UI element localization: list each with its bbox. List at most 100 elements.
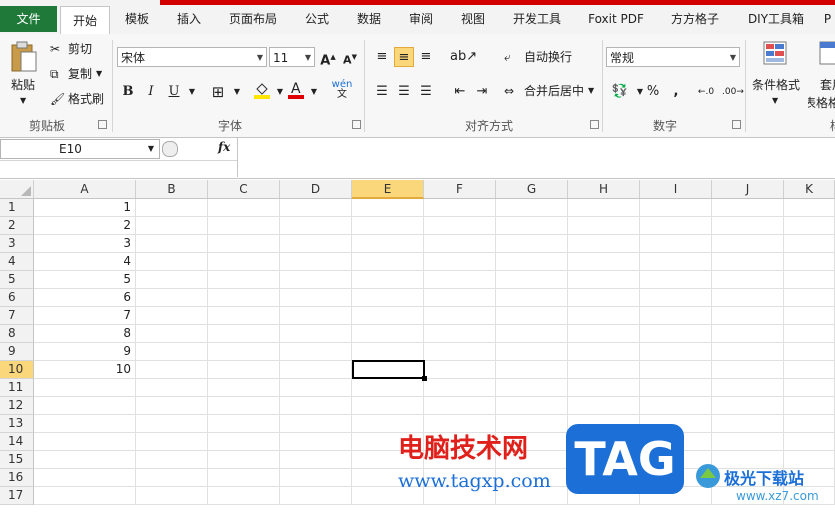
align-top-icon[interactable]: ≡ — [372, 47, 392, 67]
cell-c13[interactable] — [208, 415, 280, 433]
insert-function-icon[interactable]: fx — [218, 140, 230, 154]
cell-c9[interactable] — [208, 343, 280, 361]
cell-c12[interactable] — [208, 397, 280, 415]
column-header-k[interactable]: K — [784, 180, 835, 199]
tab-data[interactable]: 数据 — [346, 5, 392, 33]
cell-a11[interactable] — [34, 379, 136, 397]
cell-k3[interactable] — [784, 235, 835, 253]
cell-d12[interactable] — [280, 397, 352, 415]
cell-c1[interactable] — [208, 199, 280, 217]
cell-e2[interactable] — [352, 217, 424, 235]
decrease-indent-icon[interactable]: ⇤ — [450, 82, 470, 102]
tab-more[interactable]: P — [820, 5, 835, 33]
cell-b2[interactable] — [136, 217, 208, 235]
cell-b4[interactable] — [136, 253, 208, 271]
cell-f12[interactable] — [424, 397, 496, 415]
cell-b1[interactable] — [136, 199, 208, 217]
cell-k11[interactable] — [784, 379, 835, 397]
cell-b7[interactable] — [136, 307, 208, 325]
column-header-i[interactable]: I — [640, 180, 712, 199]
column-header-f[interactable]: F — [424, 180, 496, 199]
cell-h11[interactable] — [568, 379, 640, 397]
cell-k9[interactable] — [784, 343, 835, 361]
column-header-a[interactable]: A — [34, 180, 136, 199]
cell-d16[interactable] — [280, 469, 352, 487]
row-header-10[interactable]: 10 — [0, 361, 34, 379]
cell-c7[interactable] — [208, 307, 280, 325]
row-header-14[interactable]: 14 — [0, 433, 34, 451]
cell-i12[interactable] — [640, 397, 712, 415]
chevron-down-icon[interactable]: ▼ — [304, 82, 324, 102]
cell-d8[interactable] — [280, 325, 352, 343]
copy-button[interactable]: ⧉ 复制 ▼ — [50, 65, 110, 83]
cell-g7[interactable] — [496, 307, 568, 325]
cell-h7[interactable] — [568, 307, 640, 325]
italic-button[interactable]: I — [141, 82, 161, 102]
row-header-13[interactable]: 13 — [0, 415, 34, 433]
column-header-b[interactable]: B — [136, 180, 208, 199]
format-as-table-button[interactable]: 套用 表格格 — [808, 38, 835, 112]
number-launcher-icon[interactable] — [732, 120, 741, 129]
cell-e7[interactable] — [352, 307, 424, 325]
cell-f5[interactable] — [424, 271, 496, 289]
cell-e1[interactable] — [352, 199, 424, 217]
cell-j5[interactable] — [712, 271, 784, 289]
cell-h10[interactable] — [568, 361, 640, 379]
cell-g1[interactable] — [496, 199, 568, 217]
cell-c6[interactable] — [208, 289, 280, 307]
tab-page-layout[interactable]: 页面布局 — [218, 5, 288, 33]
phonetic-button[interactable]: wén 文 — [330, 80, 354, 100]
format-painter-button[interactable]: 🖌 格式刷 — [50, 90, 110, 108]
cell-d13[interactable] — [280, 415, 352, 433]
font-size-select[interactable]: 11 ▼ — [269, 47, 315, 67]
row-header-16[interactable]: 16 — [0, 469, 34, 487]
cell-g4[interactable] — [496, 253, 568, 271]
column-header-g[interactable]: G — [496, 180, 568, 199]
tab-templates[interactable]: 模板 — [114, 5, 160, 33]
cell-h6[interactable] — [568, 289, 640, 307]
shrink-font-button[interactable]: A▼ — [340, 47, 360, 67]
comma-button[interactable]: , — [666, 82, 686, 102]
underline-button[interactable]: U — [164, 82, 184, 102]
cell-b13[interactable] — [136, 415, 208, 433]
cell-d6[interactable] — [280, 289, 352, 307]
cell-d2[interactable] — [280, 217, 352, 235]
cell-a3[interactable]: 3 — [34, 235, 136, 253]
cell-f7[interactable] — [424, 307, 496, 325]
row-header-9[interactable]: 9 — [0, 343, 34, 361]
cell-b5[interactable] — [136, 271, 208, 289]
cell-d9[interactable] — [280, 343, 352, 361]
cell-d7[interactable] — [280, 307, 352, 325]
cell-c5[interactable] — [208, 271, 280, 289]
formula-input[interactable] — [237, 138, 835, 177]
active-cell-e10[interactable] — [352, 360, 425, 379]
cell-e5[interactable] — [352, 271, 424, 289]
cell-j7[interactable] — [712, 307, 784, 325]
chevron-down-icon[interactable]: ▼ — [227, 82, 247, 102]
cell-d1[interactable] — [280, 199, 352, 217]
fill-handle[interactable] — [422, 376, 427, 381]
cell-f4[interactable] — [424, 253, 496, 271]
cut-button[interactable]: ✂ 剪切 — [50, 40, 110, 58]
cell-k14[interactable] — [784, 433, 835, 451]
cell-i7[interactable] — [640, 307, 712, 325]
conditional-format-button[interactable]: 条件格式 ▼ — [750, 38, 806, 112]
cell-h1[interactable] — [568, 199, 640, 217]
cell-j11[interactable] — [712, 379, 784, 397]
cell-a5[interactable]: 5 — [34, 271, 136, 289]
cell-d5[interactable] — [280, 271, 352, 289]
column-header-c[interactable]: C — [208, 180, 280, 199]
cell-k1[interactable] — [784, 199, 835, 217]
cell-a7[interactable]: 7 — [34, 307, 136, 325]
cell-a8[interactable]: 8 — [34, 325, 136, 343]
cell-i5[interactable] — [640, 271, 712, 289]
cell-k12[interactable] — [784, 397, 835, 415]
cell-j2[interactable] — [712, 217, 784, 235]
column-header-j[interactable]: J — [712, 180, 784, 199]
cell-g8[interactable] — [496, 325, 568, 343]
formula-toggle-icon[interactable] — [162, 141, 178, 157]
cell-b17[interactable] — [136, 487, 208, 505]
row-header-8[interactable]: 8 — [0, 325, 34, 343]
row-header-11[interactable]: 11 — [0, 379, 34, 397]
increase-decimal-icon[interactable]: ←.0 — [696, 82, 716, 102]
